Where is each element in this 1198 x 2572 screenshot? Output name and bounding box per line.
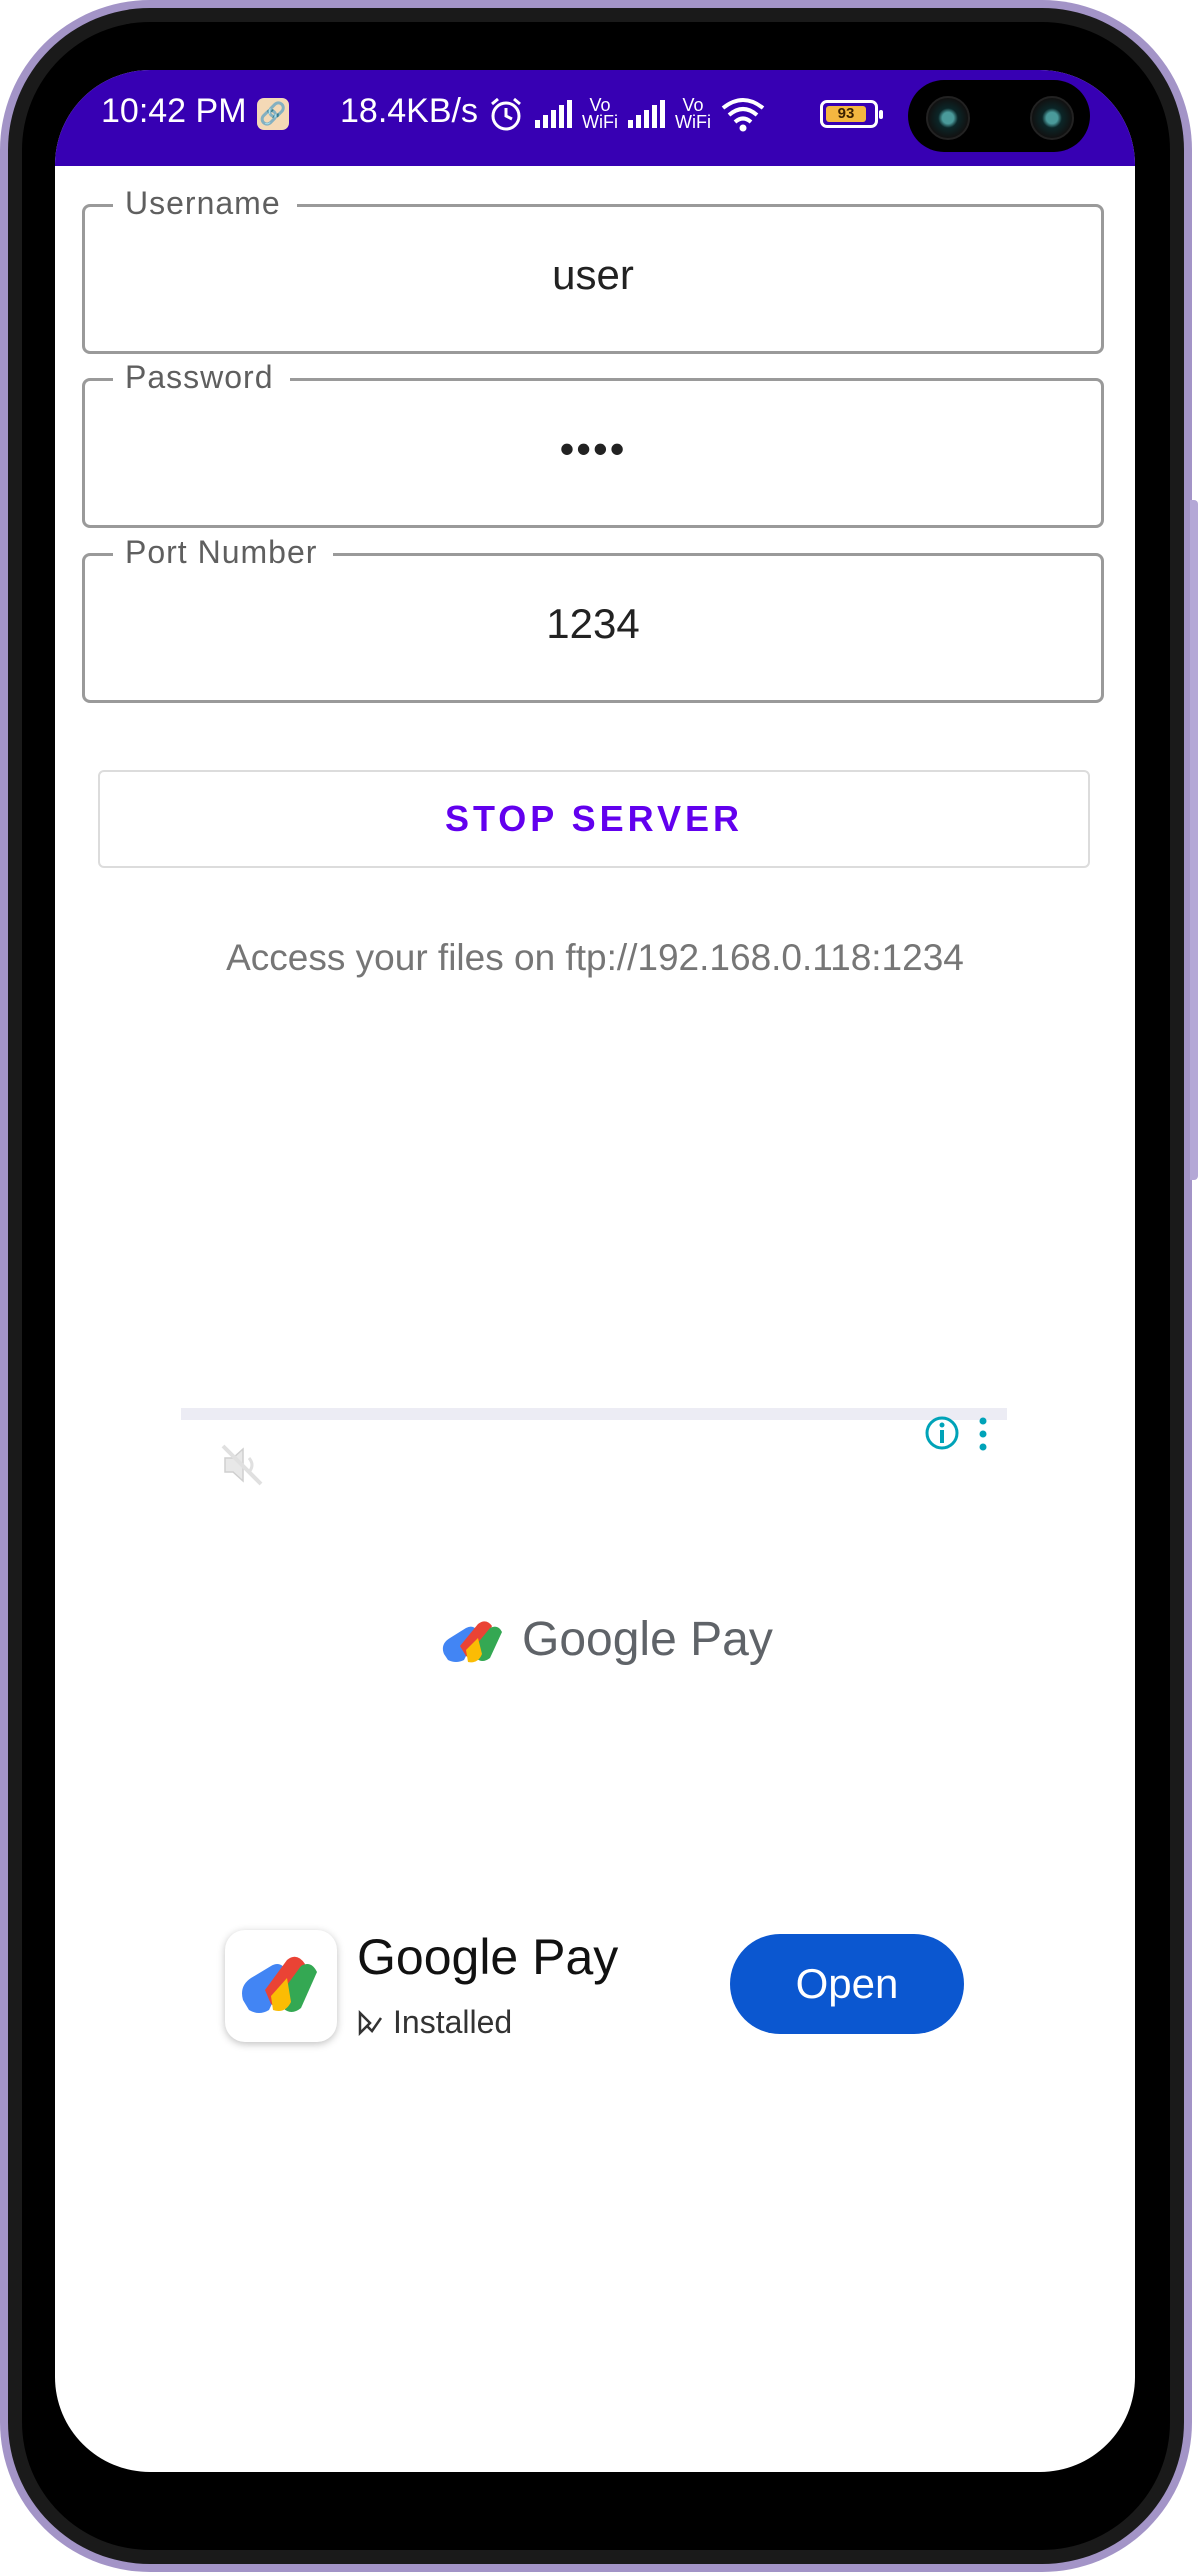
alarm-icon xyxy=(491,97,521,131)
more-options-icon[interactable] xyxy=(975,1414,991,1454)
signal-icon xyxy=(535,100,572,128)
google-pay-logo-icon xyxy=(442,1621,502,1663)
password-input[interactable]: •••• xyxy=(85,425,1101,473)
signal-icon-2 xyxy=(627,100,665,128)
ad-info-icon[interactable] xyxy=(923,1414,961,1452)
google-pay-app-icon[interactable] xyxy=(225,1930,337,2042)
google-pay-icon xyxy=(242,1956,317,2013)
access-message: Access your files on ftp://192.168.0.118… xyxy=(226,937,964,978)
battery-icon: 93 xyxy=(820,100,883,128)
vowifi-indicator-2: Vo WiFi xyxy=(674,95,711,132)
google-pay-wordmark: Google Pay xyxy=(522,1613,773,1666)
status-bar: 10:42 PM 🔗 18.4KB/s Vo WiFi Vo WiFi 93 xyxy=(55,70,1135,166)
app-name: Google Pay xyxy=(357,1929,619,1985)
installed-check-icon xyxy=(358,2009,383,2036)
battery-level: 93 xyxy=(826,106,866,122)
wifi-icon xyxy=(721,98,765,132)
network-speed: 18.4KB/s xyxy=(340,92,478,130)
front-camera-icon-2 xyxy=(1030,96,1074,140)
front-camera-icon xyxy=(926,96,970,140)
status-time: 10:42 PM xyxy=(101,92,247,130)
app-status: Installed xyxy=(357,2004,512,2041)
camera-cutout xyxy=(908,80,1090,152)
vowifi-indicator: Vo WiFi xyxy=(582,95,618,132)
status-icons: Vo WiFi Vo WiFi xyxy=(487,90,765,138)
username-label: Username xyxy=(113,185,297,222)
port-number-field[interactable]: Port Number 1234 xyxy=(82,534,1104,703)
port-number-input[interactable]: 1234 xyxy=(85,600,1101,648)
password-field[interactable]: Password •••• xyxy=(82,359,1104,528)
port-number-label: Port Number xyxy=(113,534,334,571)
ad-progress-bar xyxy=(181,1408,1007,1420)
open-app-button[interactable]: Open xyxy=(730,1934,964,2034)
app-status-label: Installed xyxy=(393,2004,513,2040)
link-app-icon: 🔗 xyxy=(257,98,289,130)
username-input[interactable]: user xyxy=(85,251,1101,299)
password-label: Password xyxy=(113,359,290,396)
stop-server-button[interactable]: STOP SERVER xyxy=(98,770,1090,868)
phone-side-button xyxy=(1190,500,1198,1180)
username-field[interactable]: Username user xyxy=(82,185,1104,354)
mute-icon[interactable] xyxy=(213,1436,271,1494)
screen: 10:42 PM 🔗 18.4KB/s Vo WiFi Vo WiFi 93 U… xyxy=(55,70,1135,2472)
